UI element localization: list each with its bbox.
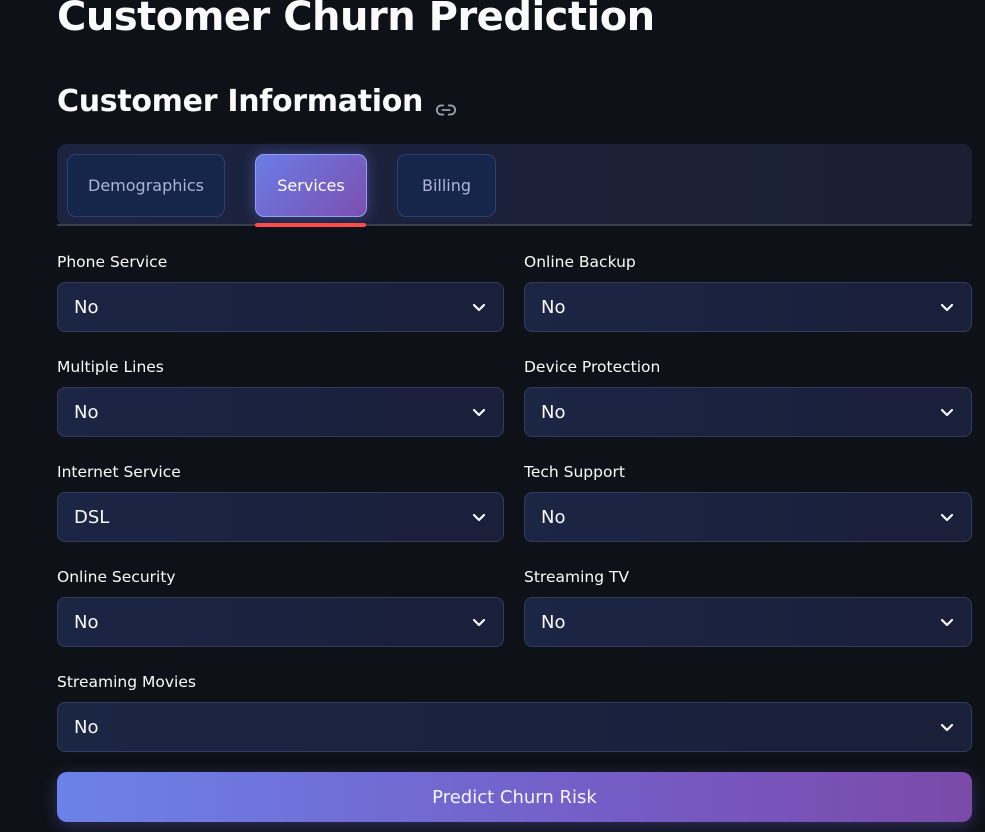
streaming-tv-select[interactable]: No: [524, 597, 972, 647]
chevron-down-icon: [471, 509, 487, 525]
tech-support-select[interactable]: No: [524, 492, 972, 542]
chevron-down-icon: [939, 719, 955, 735]
chevron-down-icon: [939, 404, 955, 420]
online-backup-label: Online Backup: [524, 253, 636, 271]
chevron-down-icon: [471, 299, 487, 315]
phone-service-value: No: [74, 296, 99, 318]
online-security-select[interactable]: No: [57, 597, 504, 647]
phone-service-select[interactable]: No: [57, 282, 504, 332]
multiple-lines-value: No: [74, 401, 99, 423]
section-heading-text: Customer Information: [57, 84, 424, 119]
tech-support-value: No: [541, 506, 566, 528]
internet-service-value: DSL: [74, 506, 110, 528]
streaming-movies-select[interactable]: No: [57, 702, 972, 752]
online-backup-select[interactable]: No: [524, 282, 972, 332]
predict-churn-risk-button[interactable]: Predict Churn Risk: [57, 772, 972, 822]
app-page: Customer Churn Prediction Customer Infor…: [0, 0, 985, 832]
chevron-down-icon: [939, 299, 955, 315]
chevron-down-icon: [471, 614, 487, 630]
streaming-tv-label: Streaming TV: [524, 568, 630, 586]
streaming-movies-value: No: [74, 716, 99, 738]
streaming-movies-label: Streaming Movies: [57, 673, 196, 691]
chevron-down-icon: [939, 509, 955, 525]
link-icon[interactable]: [435, 94, 457, 116]
tab-billing[interactable]: Billing: [397, 154, 496, 217]
streaming-tv-value: No: [541, 611, 566, 633]
online-backup-value: No: [541, 296, 566, 318]
section-heading: Customer Information: [57, 84, 457, 119]
phone-service-label: Phone Service: [57, 253, 168, 271]
device-protection-value: No: [541, 401, 566, 423]
tech-support-label: Tech Support: [524, 463, 625, 481]
page-title: Customer Churn Prediction: [57, 0, 655, 40]
multiple-lines-select[interactable]: No: [57, 387, 504, 437]
online-security-value: No: [74, 611, 99, 633]
online-security-label: Online Security: [57, 568, 176, 586]
active-tab-indicator: [255, 223, 366, 227]
multiple-lines-label: Multiple Lines: [57, 358, 164, 376]
internet-service-label: Internet Service: [57, 463, 181, 481]
internet-service-select[interactable]: DSL: [57, 492, 504, 542]
tab-divider: [57, 224, 972, 226]
chevron-down-icon: [471, 404, 487, 420]
device-protection-label: Device Protection: [524, 358, 661, 376]
chevron-down-icon: [939, 614, 955, 630]
tab-services[interactable]: Services: [255, 154, 367, 217]
tab-demographics[interactable]: Demographics: [67, 154, 225, 217]
device-protection-select[interactable]: No: [524, 387, 972, 437]
